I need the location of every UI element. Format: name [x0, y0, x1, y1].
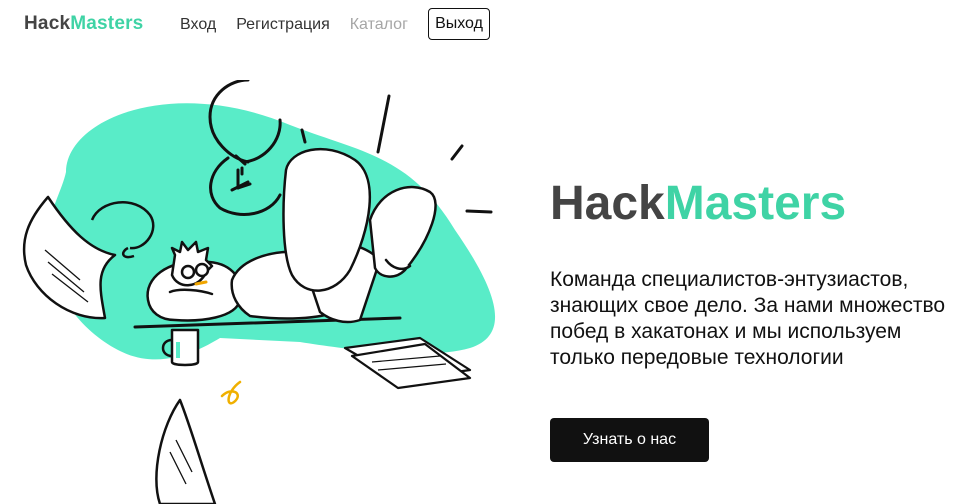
hero-title-hack: Hack	[550, 177, 665, 230]
squiggle-decoration	[220, 380, 242, 405]
hero-description: Команда специалистов-энтузиастов, знающи…	[550, 268, 946, 369]
page: HackMasters Вход Регистрация Каталог Вых…	[0, 0, 968, 504]
logo-text-hack: Hack	[24, 13, 71, 34]
hero-illustration	[22, 80, 496, 504]
nav-register-link[interactable]: Регистрация	[236, 16, 330, 34]
logout-button[interactable]: Выход	[428, 8, 490, 40]
header: HackMasters Вход Регистрация Каталог Вых…	[0, 0, 968, 50]
paper-bottom	[155, 398, 217, 504]
nav-login-link[interactable]: Вход	[180, 16, 216, 34]
main-nav: Вход Регистрация Каталог	[180, 16, 428, 34]
nav-catalog-link[interactable]: Каталог	[350, 16, 408, 34]
hero-title: HackMasters	[550, 176, 846, 232]
logo-text-masters: Masters	[70, 13, 144, 34]
logo-link[interactable]: HackMasters	[24, 13, 143, 35]
hero-title-masters: Masters	[664, 177, 847, 230]
about-us-button[interactable]: Узнать о нас	[550, 418, 709, 462]
